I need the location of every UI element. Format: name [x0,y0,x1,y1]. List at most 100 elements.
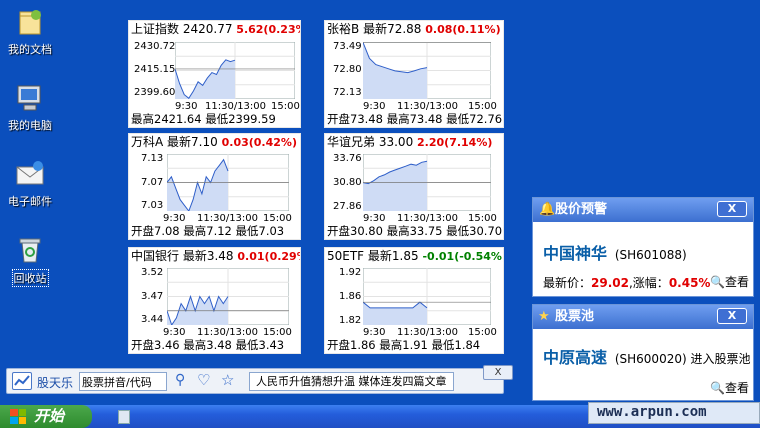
stock-widget[interactable]: 张裕B 最新72.88 0.08(0.11%) 73.49 72.80 72.1… [324,20,504,128]
heart-icon[interactable]: ♡ [197,371,210,389]
y-tick-label: 72.13 [333,87,362,98]
bell-icon: 🔔 [539,202,556,217]
y-tick-label: 3.52 [141,267,164,278]
stock-price: 最新7.10 [167,135,218,149]
y-tick-label: 73.49 [333,41,362,52]
panel-title: 股价预警 [555,202,608,217]
intraday-chart [167,268,289,325]
stock-footer: 开盘30.80 最高33.75 最低30.70 [327,224,503,238]
star-outline-icon[interactable]: ☆ [221,371,234,389]
quick-launch-icon[interactable] [118,410,130,424]
change-percent: 0.45% [668,276,711,290]
y-tick-label: 72.80 [333,64,362,75]
desktop-icon-label: 回收站 [11,269,49,287]
y-tick-label: 2430.72 [134,41,176,52]
star-icon: ★ [538,309,550,324]
intraday-chart [167,154,289,211]
panel-header: ★ 股票池 X [533,305,753,329]
view-button[interactable]: 🔍查看 [710,379,749,396]
y-tick-label: 3.44 [141,314,164,325]
stock-name: 中国银行 [131,249,180,263]
panel-header: 🔔 股价预警 X [533,198,753,222]
stock-price: 最新1.85 [367,249,419,263]
stock-footer: 最高2421.64 最低2399.59 [131,112,276,126]
chart-logo-icon[interactable] [12,372,32,390]
stock-widget[interactable]: 万科A 最新7.10 0.03(0.42%) 7.13 7.07 7.03 9:… [128,133,301,240]
desktop-icon-my-computer[interactable]: 我的电脑 [0,82,60,133]
intraday-chart [363,268,491,325]
stock-footer: 开盘7.08 最高7.12 最低7.03 [131,224,285,238]
stock-change: 0.08(0.11%) [425,23,501,36]
stock-code: (SH600020) [614,352,687,366]
desktop-icon-label: 电子邮件 [8,195,52,208]
view-button[interactable]: 🔍查看 [710,273,749,290]
stock-price: 33.00 [378,135,414,149]
stock-widget[interactable]: 中国银行 最新3.48 0.01(0.29%) 3.52 3.47 3.44 9… [128,247,301,354]
y-tick-label: 30.80 [333,177,362,188]
enter-pool-text[interactable]: 进入股票池 [690,352,750,366]
brand-label[interactable]: 股天乐 [37,374,73,391]
stock-price: 2420.77 [182,22,233,36]
panel-title: 股票池 [555,309,595,324]
stock-name[interactable]: 中国神华 [543,244,607,263]
intraday-chart [175,42,295,99]
watermark-logo: www.arpun.com [588,402,760,424]
close-button[interactable]: X [717,308,747,324]
magnifier-icon: 🔍 [710,275,725,289]
latest-price: 29.02 [591,276,629,290]
stock-name[interactable]: 中原高速 [543,348,607,367]
desktop-icon-label: 我的文档 [8,43,52,56]
view-label: 查看 [724,381,749,395]
stock-name: 上证指数 [131,22,180,36]
start-label: 开始 [34,407,65,425]
taskbar: 开始 www.arpun.com [0,402,760,428]
stock-search-input[interactable] [79,372,167,391]
windows-logo-icon [10,409,26,424]
price-alert-panel: 🔔 股价预警 X 中国神华 (SH601088) 最新价：29.02,涨幅：0.… [532,197,754,297]
watermark-text: www.arpun.com [597,404,707,420]
y-tick-label: 7.07 [141,177,164,188]
stock-pool-panel: ★ 股票池 X 中原高速 (SH600020) 进入股票池 🔍查看 [532,304,754,401]
y-tick-label: 1.82 [339,315,362,326]
stock-price: 最新72.88 [363,22,422,36]
stock-widget[interactable]: 上证指数 2420.77 5.62(0.23%) 2430.72 2415.15… [128,20,301,128]
y-tick-label: 27.86 [333,201,362,212]
stock-name: 50ETF [327,249,365,263]
stock-widget[interactable]: 50ETF 最新1.85 -0.01(-0.54%) 1.92 1.86 1.8… [324,247,504,354]
search-icon[interactable]: ⚲ [175,372,185,388]
toolbar-close-button[interactable]: X [483,365,513,380]
desktop-icon-recycle-bin[interactable]: 回收站 [0,234,60,287]
desktop-icon-my-documents[interactable]: 我的文档 [0,6,60,57]
stock-footer: 开盘1.86 最高1.91 最低1.84 [327,338,481,352]
recycle-bin-icon [14,234,46,266]
y-tick-label: 7.03 [141,200,164,211]
y-tick-label: 2415.15 [134,64,176,75]
stock-change: 2.20(7.14%) [417,136,493,149]
stock-change: 0.01(0.29%) [237,250,300,263]
view-label: 查看 [724,275,749,289]
desktop-icon-email[interactable]: 电子邮件 [0,158,60,209]
close-button[interactable]: X [717,201,747,217]
stock-name: 万科A [131,135,164,149]
desktop-icon-label: 我的电脑 [8,119,52,132]
intraday-chart [363,42,491,99]
email-icon [14,158,46,190]
y-tick-label: 3.47 [141,291,164,302]
stock-name: 华谊兄弟 [327,135,376,149]
stock-change: 5.62(0.23%) [236,23,300,36]
news-ticker[interactable]: 人民币升值猜想升温 媒体连发四篇文章 [249,372,454,391]
stock-widget[interactable]: 华谊兄弟 33.00 2.20(7.14%) 33.76 30.80 27.86… [324,133,504,240]
stock-name: 张裕B [327,22,360,36]
stock-code: (SH601088) [614,248,687,262]
my-documents-icon [14,6,46,38]
my-computer-icon [14,82,46,114]
stock-change: -0.01(-0.54%) [422,250,504,263]
stock-toolbar: 股天乐 ⚲ ♡ ☆ 人民币升值猜想升温 媒体连发四篇文章 X [6,365,513,394]
price-label: 最新价： [543,276,592,290]
y-tick-label: 7.13 [141,153,164,164]
magnifier-icon: 🔍 [710,381,725,395]
stock-change: 0.03(0.42%) [221,136,297,149]
start-button[interactable]: 开始 [0,405,92,428]
stock-footer: 开盘73.48 最高73.48 最低72.76 [327,112,503,126]
intraday-chart [363,154,491,211]
